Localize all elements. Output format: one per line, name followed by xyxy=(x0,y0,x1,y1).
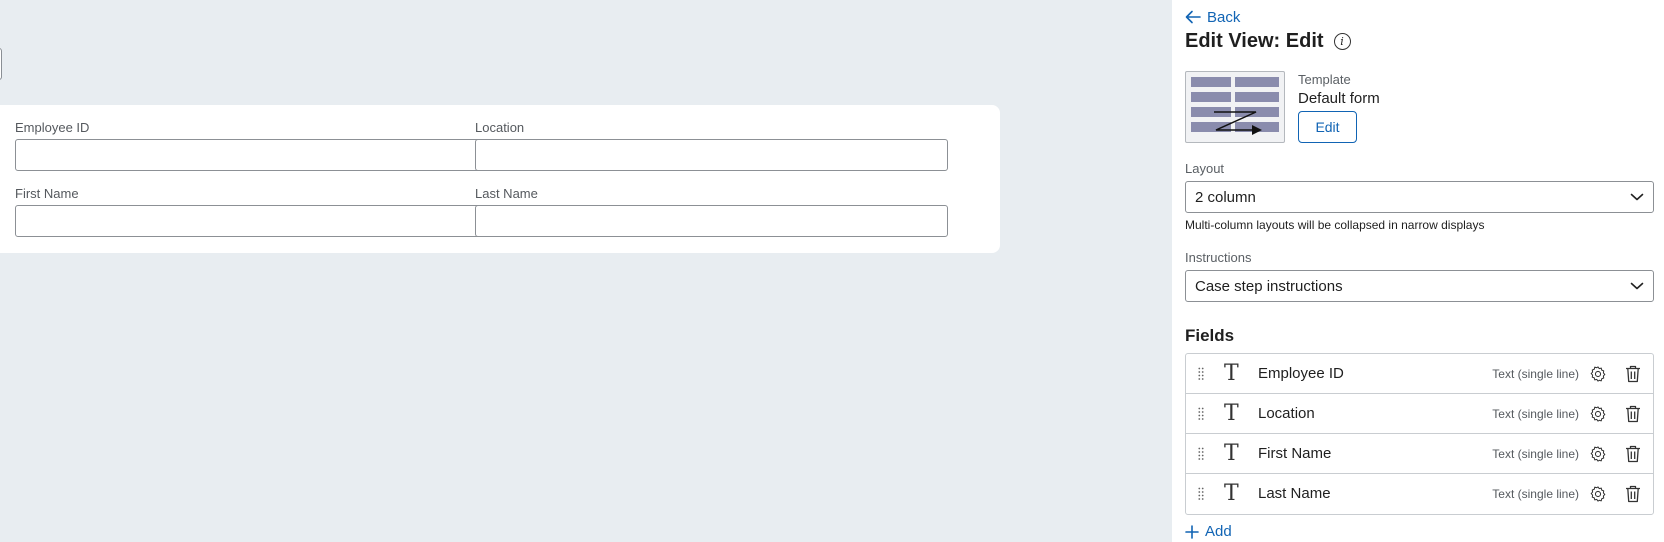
drag-handle-icon[interactable] xyxy=(1198,447,1204,461)
field-name: Employee ID xyxy=(1258,365,1344,382)
form-field-label: Last Name xyxy=(475,186,538,201)
trash-icon[interactable] xyxy=(1625,485,1641,503)
text-field-icon: T xyxy=(1224,441,1239,466)
form-canvas: Employee ID Location First Name Last Nam… xyxy=(0,0,1172,542)
fields-heading: Fields xyxy=(1185,326,1235,345)
field-name: Last Name xyxy=(1258,485,1331,502)
field-type: Text (single line) xyxy=(1492,487,1579,501)
drag-handle-icon[interactable] xyxy=(1198,407,1204,421)
panel-header: Edit View: Edit i xyxy=(1185,28,1351,54)
canvas-edge-control[interactable] xyxy=(0,48,2,80)
drag-handle-icon[interactable] xyxy=(1198,367,1204,381)
field-row-first-name[interactable]: T First Name Text (single line) xyxy=(1186,434,1653,474)
gear-icon[interactable] xyxy=(1589,485,1607,503)
last-name-input[interactable] xyxy=(475,205,948,237)
field-row-employee-id[interactable]: T Employee ID Text (single line) xyxy=(1186,354,1653,394)
template-info: Template Default form xyxy=(1298,71,1380,109)
page-title: Edit View: Edit xyxy=(1185,30,1324,52)
gear-icon[interactable] xyxy=(1589,365,1607,383)
template-label: Template xyxy=(1298,72,1351,87)
instructions-label: Instructions xyxy=(1185,250,1252,265)
arrow-left-icon xyxy=(1185,10,1201,24)
trash-icon[interactable] xyxy=(1625,405,1641,423)
form-field-label: Location xyxy=(475,120,525,135)
add-label: Add xyxy=(1205,523,1232,540)
form-field-first-name: First Name xyxy=(15,185,488,237)
first-name-input[interactable] xyxy=(15,205,488,237)
instructions-select-value: Case step instructions xyxy=(1195,277,1343,295)
back-label: Back xyxy=(1207,8,1241,26)
form-field-last-name: Last Name xyxy=(475,185,948,237)
plus-icon xyxy=(1185,524,1199,539)
form-preview-card: Employee ID Location First Name Last Nam… xyxy=(0,105,1000,253)
trash-icon[interactable] xyxy=(1625,365,1641,383)
drag-handle-icon[interactable] xyxy=(1198,487,1204,501)
template-thumbnail-icon xyxy=(1185,71,1285,143)
field-name: First Name xyxy=(1258,445,1332,462)
info-icon[interactable]: i xyxy=(1333,32,1351,50)
layout-hint: Multi-column layouts will be collapsed i… xyxy=(1185,218,1485,232)
back-link[interactable]: Back xyxy=(1185,7,1240,27)
layout-label: Layout xyxy=(1185,161,1225,176)
add-field-link[interactable]: Add xyxy=(1185,523,1232,540)
field-type: Text (single line) xyxy=(1492,447,1579,461)
gear-icon[interactable] xyxy=(1589,445,1607,463)
layout-select[interactable]: 2 column xyxy=(1185,181,1654,213)
template-value: Default form xyxy=(1298,90,1380,107)
fields-list: T Employee ID Text (single line) T Locat… xyxy=(1185,353,1654,515)
gear-icon[interactable] xyxy=(1589,405,1607,423)
edit-template-button[interactable]: Edit xyxy=(1298,111,1357,143)
instructions-select[interactable]: Case step instructions xyxy=(1185,270,1654,302)
form-field-employee-id: Employee ID xyxy=(15,119,488,171)
edit-view-panel: Back Edit View: Edit i Template Default … xyxy=(1172,0,1664,542)
field-type: Text (single line) xyxy=(1492,367,1579,381)
form-field-label: First Name xyxy=(15,186,79,201)
text-field-icon: T xyxy=(1224,401,1239,426)
location-input[interactable] xyxy=(475,139,948,171)
text-field-icon: T xyxy=(1224,361,1239,386)
text-field-icon: T xyxy=(1224,481,1239,506)
chevron-down-icon xyxy=(1630,282,1644,290)
field-row-last-name[interactable]: T Last Name Text (single line) xyxy=(1186,474,1653,514)
field-type: Text (single line) xyxy=(1492,407,1579,421)
chevron-down-icon xyxy=(1630,193,1644,201)
form-field-label: Employee ID xyxy=(15,120,90,135)
layout-select-value: 2 column xyxy=(1195,188,1256,206)
form-field-location: Location xyxy=(475,119,948,171)
field-row-location[interactable]: T Location Text (single line) xyxy=(1186,394,1653,434)
trash-icon[interactable] xyxy=(1625,445,1641,463)
field-name: Location xyxy=(1258,405,1315,422)
employee-id-input[interactable] xyxy=(15,139,488,171)
